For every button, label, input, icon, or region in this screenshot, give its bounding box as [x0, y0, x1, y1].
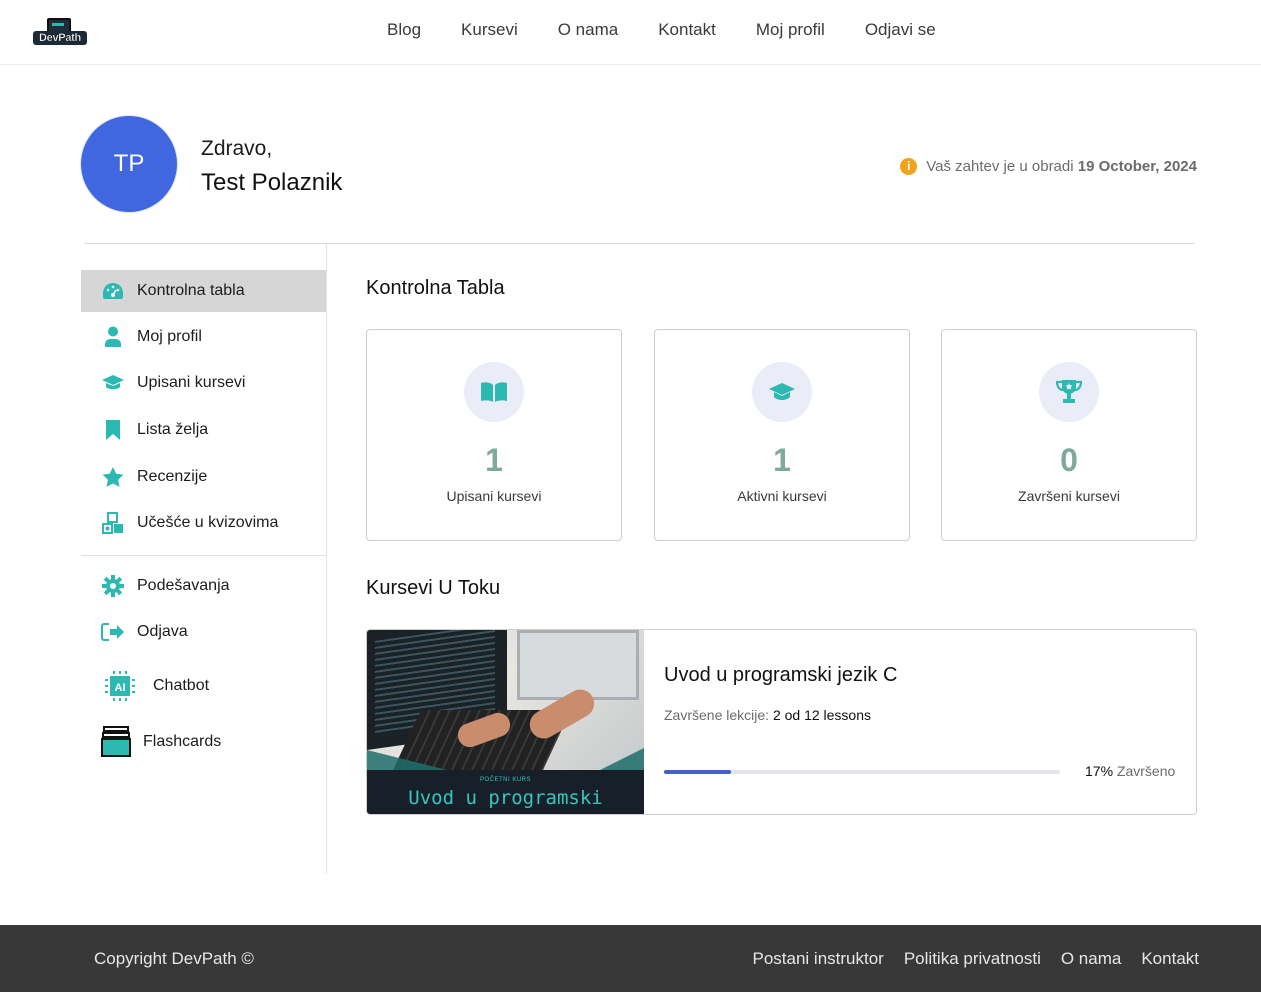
sidebar-item-recenzije[interactable]: Recenzije	[81, 456, 326, 498]
quiz-shapes-icon	[101, 511, 125, 535]
sidebar-item-label: Kontrolna tabla	[137, 282, 245, 299]
sidebar-item-label: Lista želja	[137, 421, 209, 438]
progress-fill	[664, 770, 732, 774]
sidebar-item-lista-zelja[interactable]: Lista želja	[81, 409, 326, 451]
course-title[interactable]: Uvod u programski jezik C	[664, 664, 897, 687]
dashboard-icon	[101, 279, 125, 303]
devpath-logo[interactable]: DevPath	[33, 18, 87, 46]
sidebar-item-odjava[interactable]: Odjava	[81, 611, 326, 653]
sidebar-item-kontrolna-tabla[interactable]: Kontrolna tabla	[81, 270, 326, 312]
thumbnail-small-text: POČETNI KURS	[479, 777, 531, 783]
gear-icon	[101, 574, 125, 598]
footer-link-politika-privatnosti[interactable]: Politika privatnosti	[904, 949, 1041, 969]
stat-card-completed: 0 Završeni kursevi	[941, 329, 1197, 541]
footer-links: Postani instruktor Politika privatnosti …	[753, 949, 1200, 969]
nav-link-moj-profil[interactable]: Moj profil	[756, 20, 825, 40]
sidebar-item-upisani-kursevi[interactable]: Upisani kursevi	[81, 362, 326, 404]
info-icon: i	[900, 158, 918, 175]
nav-link-odjavi-se[interactable]: Odjavi se	[865, 20, 936, 40]
logout-icon	[101, 620, 125, 644]
stat-label: Aktivni kursevi	[737, 488, 827, 504]
graduation-cap-icon	[752, 362, 812, 422]
footer: Copyright DevPath © Postani instruktor P…	[0, 925, 1261, 992]
course-thumbnail[interactable]: POČETNI KURS Uvod u programski	[367, 630, 644, 814]
dashboard-title: Kontrolna Tabla	[366, 277, 505, 299]
course-card[interactable]: POČETNI KURS Uvod u programski Uvod u pr…	[366, 629, 1197, 815]
bookmark-icon	[101, 418, 125, 442]
footer-link-o-nama[interactable]: O nama	[1061, 949, 1121, 969]
sidebar-item-label: Recenzije	[137, 468, 208, 485]
main-nav: Blog Kursevi O nama Kontakt Moj profil O…	[387, 20, 936, 40]
stat-value: 0	[1060, 442, 1078, 478]
request-status-notice: i Vaš zahtev je u obradi 19 October, 202…	[900, 158, 1197, 175]
progress-text: 17% Završeno	[1085, 763, 1176, 779]
stat-value: 1	[773, 442, 791, 478]
avatar: TP	[81, 116, 177, 212]
lessons-count: 2 od 12 lessons	[772, 707, 872, 723]
notice-date: 19 October, 2024	[1077, 158, 1197, 175]
sidebar-item-label: Učešće u kvizovima	[137, 514, 279, 531]
footer-link-postani-instruktor[interactable]: Postani instruktor	[753, 949, 884, 969]
notice-text: Vaš zahtev je u obradi 19 October, 2024	[926, 158, 1197, 175]
star-icon	[101, 465, 125, 489]
stat-label: Završeni kursevi	[1018, 488, 1120, 504]
sidebar-item-label: Upisani kursevi	[137, 374, 246, 391]
graduation-cap-icon	[101, 371, 125, 395]
sidebar-item-label: Odjava	[137, 623, 188, 640]
sidebar-item-label: Podešavanja	[137, 577, 230, 594]
ai-chip-icon: AI	[103, 669, 137, 703]
course-lessons: Završene lekcije: 2 od 12 lessons	[664, 707, 872, 723]
sidebar-divider	[81, 555, 326, 556]
progress-percent: 17%	[1085, 763, 1114, 779]
book-icon	[464, 362, 524, 422]
sidebar-item-label: Moj profil	[137, 328, 202, 345]
sidebar-item-flashcards[interactable]: Flashcards	[81, 720, 326, 764]
copyright-text: Copyright DevPath ©	[94, 949, 254, 968]
sidebar-item-podesavanja[interactable]: Podešavanja	[81, 565, 326, 607]
sidebar-item-chatbot[interactable]: AI Chatbot	[81, 664, 326, 708]
in-progress-title: Kursevi U Toku	[366, 577, 501, 599]
nav-link-kursevi[interactable]: Kursevi	[461, 20, 518, 40]
progress-bar	[664, 770, 1060, 774]
nav-link-kontakt[interactable]: Kontakt	[658, 20, 716, 40]
sidebar-item-ucesce-u-kvizovima[interactable]: Učešće u kvizovima	[81, 502, 326, 544]
nav-link-o-nama[interactable]: O nama	[558, 20, 618, 40]
greeting-text: Zdravo,	[201, 137, 273, 160]
trophy-icon	[1039, 362, 1099, 422]
stat-value: 1	[485, 442, 503, 478]
nav-link-blog[interactable]: Blog	[387, 20, 421, 40]
stat-label: Upisani kursevi	[446, 488, 542, 504]
stat-card-enrolled: 1 Upisani kursevi	[366, 329, 622, 541]
user-name: Test Polaznik	[201, 169, 343, 196]
sidebar-item-label: Chatbot	[153, 677, 210, 694]
footer-link-kontakt[interactable]: Kontakt	[1141, 949, 1199, 969]
stat-card-active: 1 Aktivni kursevi	[654, 329, 910, 541]
logo-text: DevPath	[33, 31, 87, 45]
sidebar-item-label: Flashcards	[143, 733, 222, 750]
sidebar-item-moj-profil[interactable]: Moj profil	[81, 316, 326, 358]
top-navbar: DevPath Blog Kursevi O nama Kontakt Moj …	[0, 0, 1261, 65]
svg-text:AI: AI	[115, 682, 126, 694]
thumbnail-title-text: Uvod u programski	[408, 787, 603, 809]
sidebar: Kontrolna tabla Moj profil Upisani kurse…	[81, 244, 327, 874]
user-icon	[101, 325, 125, 349]
flashcards-icon	[101, 726, 131, 758]
